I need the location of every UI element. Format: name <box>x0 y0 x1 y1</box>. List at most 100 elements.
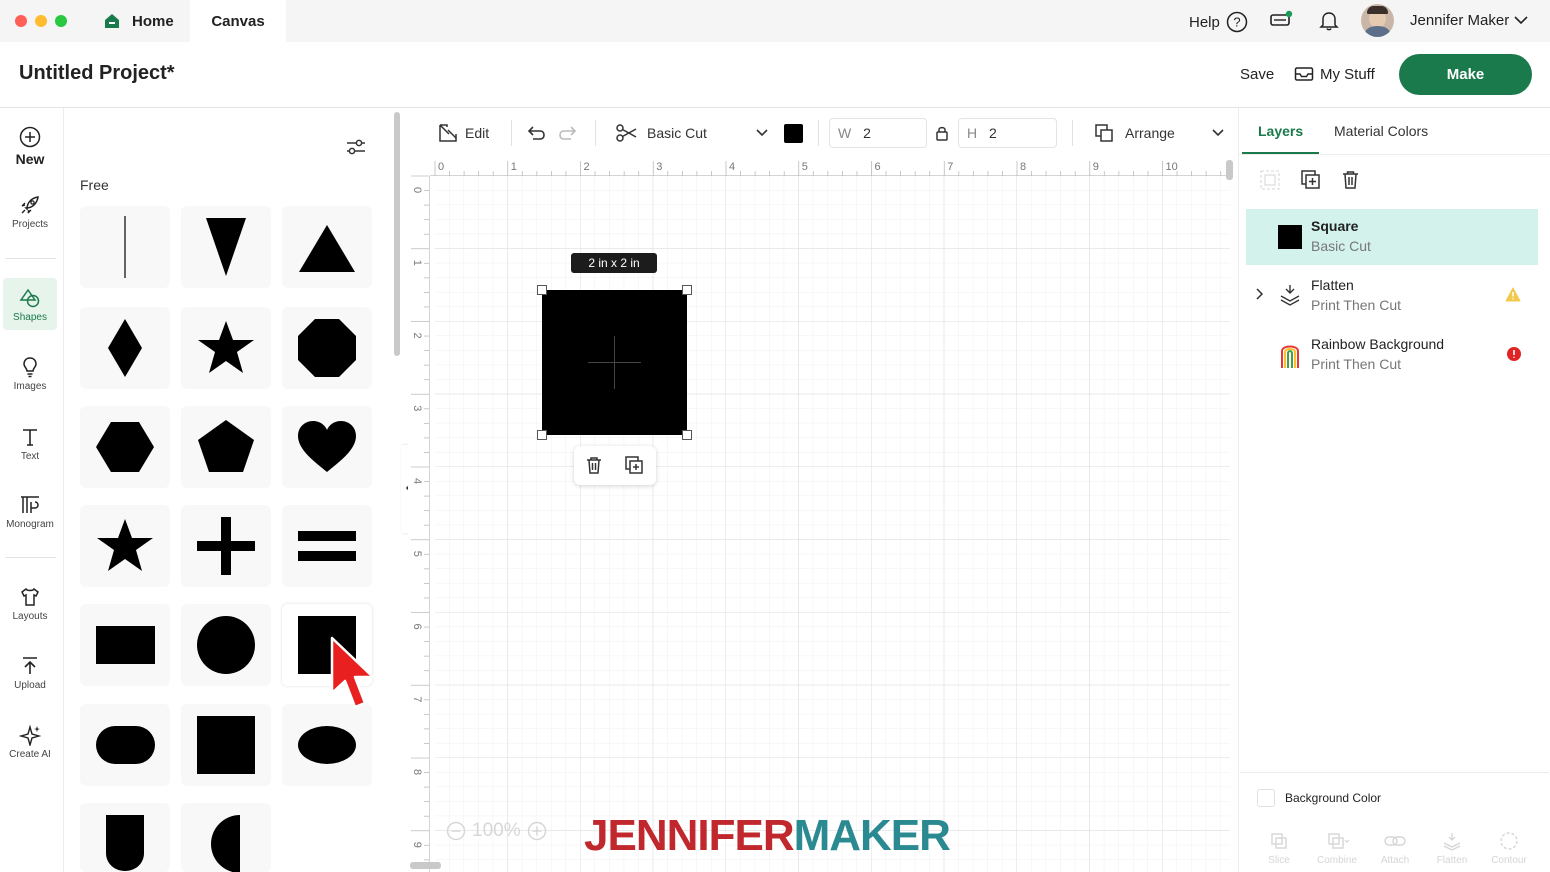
lightbulb-icon <box>23 357 37 378</box>
rail-layouts[interactable]: Layouts <box>0 586 60 622</box>
height-field[interactable]: H 2 <box>958 118 1057 148</box>
toolbar-divider <box>818 120 819 146</box>
ruler-label: 10 <box>1166 161 1178 173</box>
duplicate-icon[interactable] <box>1300 169 1322 191</box>
chevron-down-icon[interactable] <box>1513 13 1529 27</box>
avatar[interactable] <box>1361 4 1394 37</box>
shield-shape-icon <box>106 815 144 871</box>
width-field[interactable]: W 2 <box>829 118 927 148</box>
layer-name: Rainbow Background <box>1311 336 1445 352</box>
shape-diamond[interactable] <box>80 307 170 389</box>
rail-shapes[interactable]: Shapes <box>3 278 57 330</box>
circle-shape-icon <box>197 616 255 674</box>
rail-images[interactable]: Images <box>0 356 60 392</box>
canvas-horizontal-scrollbar[interactable] <box>410 862 441 869</box>
layer-row-flatten[interactable]: Flatten Print Then Cut <box>1246 268 1538 324</box>
tab-canvas[interactable]: Canvas <box>190 0 286 42</box>
layer-operation: Print Then Cut <box>1311 297 1402 313</box>
shape-pentagon[interactable] <box>181 406 271 488</box>
warning-icon[interactable] <box>1505 287 1521 302</box>
undo-icon[interactable] <box>525 122 547 144</box>
rail-new[interactable]: New <box>0 126 60 167</box>
resize-handle-bl[interactable] <box>537 430 547 440</box>
layer-row-rainbow-background[interactable]: Rainbow Background Print Then Cut <box>1246 327 1538 383</box>
shape-rounded-rectangle[interactable] <box>80 704 170 786</box>
shape-octagon[interactable] <box>282 307 372 389</box>
shape-inverted-triangle[interactable] <box>181 206 271 288</box>
filter-icon[interactable] <box>344 136 368 158</box>
zoom-out-icon[interactable] <box>446 821 466 841</box>
rail-create-ai[interactable]: Create AI <box>0 724 60 760</box>
ruler-label: 5 <box>802 161 808 173</box>
trash-icon[interactable] <box>1340 169 1361 191</box>
shape-star-2[interactable] <box>80 505 170 587</box>
shape-line[interactable] <box>80 206 170 288</box>
shape-equals[interactable] <box>282 505 372 587</box>
chevron-right-icon[interactable] <box>1254 287 1266 301</box>
save-button[interactable]: Save <box>1240 66 1274 83</box>
project-title[interactable]: Untitled Project* <box>19 62 175 85</box>
shape-circle[interactable] <box>181 604 271 686</box>
rail-monogram[interactable]: Monogram <box>0 494 60 530</box>
tab-home[interactable]: Home <box>100 0 186 42</box>
shape-hexagon[interactable] <box>80 406 170 488</box>
slice-icon[interactable] <box>1270 832 1288 850</box>
lock-icon[interactable] <box>935 124 949 142</box>
canvas-square[interactable] <box>542 290 687 435</box>
shape-shield[interactable] <box>80 803 170 872</box>
arrange-dropdown[interactable]: Arrange <box>1093 108 1227 158</box>
zoom-control: 100% <box>446 818 560 844</box>
panel-scrollbar[interactable] <box>394 112 400 356</box>
rail-upload[interactable]: Upload <box>0 655 60 691</box>
shape-heart[interactable] <box>282 406 372 488</box>
shape-star[interactable] <box>181 307 271 389</box>
minimize-window-button[interactable] <box>35 15 47 27</box>
layer-name: Flatten <box>1311 277 1354 293</box>
height-value[interactable]: 2 <box>989 125 997 141</box>
background-color-swatch[interactable] <box>1257 789 1275 807</box>
machine-icon[interactable] <box>1269 9 1295 31</box>
color-swatch[interactable] <box>784 124 803 143</box>
layer-row-square[interactable]: Square Basic Cut <box>1246 209 1538 265</box>
make-button[interactable]: Make <box>1399 54 1532 95</box>
size-tag: 2 in x 2 in <box>571 253 657 273</box>
shape-triangle[interactable] <box>282 206 372 288</box>
resize-handle-tr[interactable] <box>682 285 692 295</box>
duplicate-icon[interactable] <box>624 455 645 476</box>
group-icon[interactable] <box>1259 169 1281 191</box>
shape-rectangle[interactable] <box>80 604 170 686</box>
my-stuff-button[interactable]: My Stuff <box>1294 62 1375 86</box>
bell-icon[interactable] <box>1318 9 1340 31</box>
rail-projects[interactable]: Projects <box>0 194 60 230</box>
tab-layers[interactable]: Layers <box>1258 123 1303 139</box>
maximize-window-button[interactable] <box>55 15 67 27</box>
width-value[interactable]: 2 <box>863 125 871 141</box>
resize-handle-tl[interactable] <box>537 285 547 295</box>
attach-icon[interactable] <box>1384 832 1406 850</box>
text-icon <box>23 429 37 446</box>
operation-select[interactable]: Basic Cut <box>615 108 773 158</box>
shape-half-circle[interactable] <box>181 803 271 872</box>
combine-icon[interactable] <box>1327 832 1351 850</box>
user-name[interactable]: Jennifer Maker <box>1410 12 1509 29</box>
canvas-vertical-scrollbar[interactable] <box>1226 160 1233 180</box>
shape-plus[interactable] <box>181 505 271 587</box>
zoom-in-icon[interactable] <box>527 821 547 841</box>
rail-text[interactable]: Text <box>0 426 60 462</box>
help-button[interactable]: Help ? <box>1189 11 1248 33</box>
redo-icon[interactable] <box>557 122 579 144</box>
svg-text:?: ? <box>1233 15 1240 30</box>
rail-new-label: New <box>15 151 45 167</box>
design-canvas[interactable]: 0 1 2 3 4 5 6 7 8 9 10 0 1 2 3 4 5 6 7 8 9 2 in x 2 in 100% <box>408 158 1230 872</box>
flatten-icon[interactable] <box>1442 831 1462 851</box>
trash-icon[interactable] <box>584 455 604 476</box>
error-icon[interactable] <box>1506 346 1522 362</box>
edit-button[interactable]: Edit <box>437 108 489 158</box>
arrange-icon <box>1095 124 1113 142</box>
close-window-button[interactable] <box>15 15 27 27</box>
shape-oval[interactable] <box>282 704 372 786</box>
contour-icon[interactable] <box>1499 831 1519 851</box>
tab-material-colors[interactable]: Material Colors <box>1334 123 1428 139</box>
resize-handle-br[interactable] <box>682 430 692 440</box>
shape-square-2[interactable] <box>181 704 271 786</box>
